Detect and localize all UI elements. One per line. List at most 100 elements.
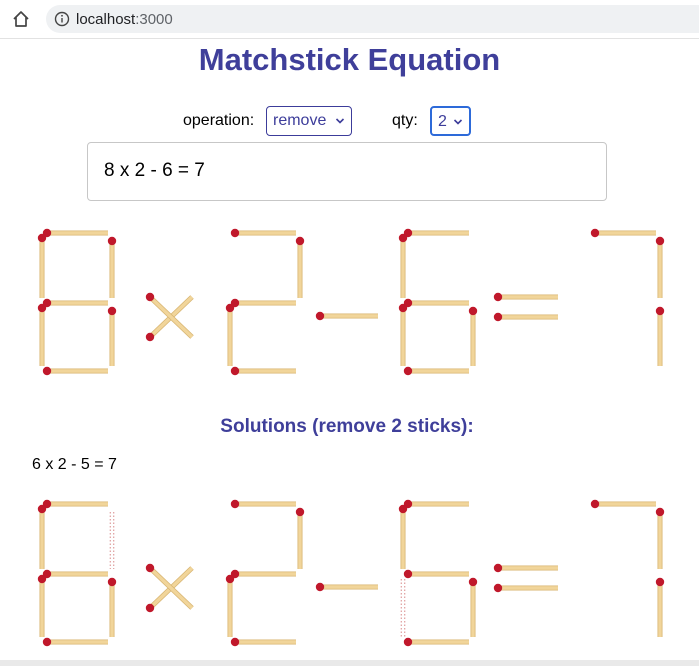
matchstick bbox=[42, 228, 108, 238]
matchstick bbox=[42, 637, 108, 647]
match-head bbox=[315, 582, 325, 592]
solution-equation: 6 x 2 - 5 = 7 bbox=[32, 456, 117, 473]
chevron-down-icon bbox=[453, 119, 463, 125]
browser-toolbar: localhost:3000 bbox=[0, 0, 699, 39]
matchstick bbox=[655, 577, 665, 637]
match-head bbox=[398, 233, 408, 243]
match-head bbox=[493, 312, 503, 322]
match-head bbox=[655, 306, 665, 316]
matchstick bbox=[295, 507, 305, 569]
match-head bbox=[590, 499, 600, 509]
matchstick bbox=[295, 236, 305, 298]
match-head bbox=[403, 366, 413, 376]
operation-select-value: remove bbox=[273, 112, 327, 129]
matchstick bbox=[225, 303, 235, 366]
matchstick bbox=[230, 637, 296, 647]
match-head bbox=[590, 228, 600, 238]
matchstick bbox=[493, 583, 558, 593]
match-head bbox=[107, 236, 117, 246]
matchstick bbox=[398, 504, 408, 569]
page-title: Matchstick Equation bbox=[198, 42, 501, 77]
operation-label: operation: bbox=[183, 112, 255, 129]
matchstick bbox=[230, 228, 296, 238]
matchstick bbox=[403, 228, 469, 238]
match-head bbox=[493, 563, 503, 573]
match-head bbox=[107, 577, 117, 587]
matchstick bbox=[398, 303, 408, 366]
match-head bbox=[42, 569, 52, 579]
matchstick bbox=[403, 569, 469, 579]
match-head bbox=[42, 366, 52, 376]
matchstick bbox=[655, 306, 665, 366]
qty-select[interactable]: 2 bbox=[430, 106, 471, 136]
match-head bbox=[468, 577, 478, 587]
home-icon bbox=[13, 11, 29, 27]
match-head bbox=[295, 236, 305, 246]
matchstick bbox=[468, 577, 478, 637]
match-head bbox=[145, 292, 155, 302]
matchstick bbox=[315, 582, 378, 592]
matchstick bbox=[403, 499, 469, 509]
home-button[interactable] bbox=[10, 8, 32, 30]
matchstick bbox=[42, 569, 108, 579]
matchstick bbox=[107, 306, 117, 366]
matchstick bbox=[42, 366, 108, 376]
matchstick bbox=[107, 577, 117, 637]
matchstick bbox=[37, 574, 47, 637]
matchstick bbox=[37, 504, 47, 569]
matchstick bbox=[42, 499, 108, 509]
matchstick bbox=[230, 499, 296, 509]
matchstick bbox=[37, 233, 47, 298]
matchstick bbox=[403, 366, 469, 376]
match-head bbox=[403, 569, 413, 579]
matchstick bbox=[145, 295, 194, 342]
matchstick bbox=[315, 311, 378, 321]
match-head bbox=[230, 499, 240, 509]
matchstick bbox=[590, 228, 656, 238]
solutions-heading: Solutions (remove 2 sticks): bbox=[220, 416, 474, 437]
match-head bbox=[230, 366, 240, 376]
match-head bbox=[493, 292, 503, 302]
match-head bbox=[655, 577, 665, 587]
matchstick bbox=[145, 566, 194, 613]
operation-select[interactable]: remove bbox=[266, 106, 352, 136]
equation-matchsticks bbox=[37, 228, 665, 376]
matchstick bbox=[590, 499, 656, 509]
match-head bbox=[655, 507, 665, 517]
matchstick bbox=[655, 507, 665, 569]
matchstick bbox=[468, 306, 478, 366]
match-head bbox=[403, 637, 413, 647]
matchstick bbox=[655, 236, 665, 298]
match-head bbox=[295, 507, 305, 517]
matchstick bbox=[42, 298, 108, 308]
match-head bbox=[37, 504, 47, 514]
match-head bbox=[230, 569, 240, 579]
matchstick bbox=[398, 233, 408, 298]
match-head bbox=[230, 228, 240, 238]
qty-select-value: 2 bbox=[438, 113, 447, 130]
match-head bbox=[493, 583, 503, 593]
url-text: localhost:3000 bbox=[76, 11, 173, 28]
address-bar[interactable]: localhost:3000 bbox=[46, 5, 699, 33]
chevron-down-icon bbox=[335, 118, 345, 124]
matchstick bbox=[37, 303, 47, 366]
matchstick bbox=[403, 298, 469, 308]
match-head bbox=[398, 504, 408, 514]
matchstick bbox=[230, 298, 296, 308]
match-head bbox=[145, 563, 155, 573]
match-head bbox=[468, 306, 478, 316]
match-head bbox=[655, 236, 665, 246]
matchstick bbox=[403, 637, 469, 647]
match-head bbox=[230, 637, 240, 647]
matchstick bbox=[493, 292, 558, 302]
matchstick bbox=[145, 292, 194, 339]
equation-input[interactable]: 8 x 2 - 6 = 7 bbox=[87, 142, 607, 201]
matchstick bbox=[107, 236, 117, 298]
info-icon[interactable] bbox=[54, 11, 70, 27]
solution-matchsticks bbox=[37, 499, 665, 647]
match-head bbox=[107, 306, 117, 316]
matchstick bbox=[230, 366, 296, 376]
match-head bbox=[230, 298, 240, 308]
match-head bbox=[145, 332, 155, 342]
match-head bbox=[42, 637, 52, 647]
